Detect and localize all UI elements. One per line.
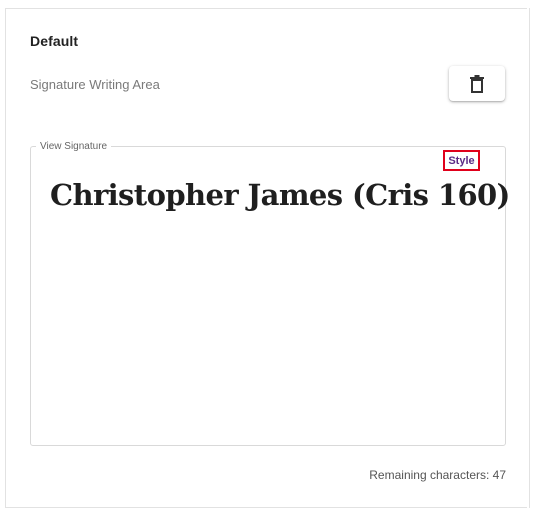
view-signature-legend: View Signature xyxy=(36,141,112,153)
section-title: Default xyxy=(30,33,79,49)
remaining-characters: Remaining characters: 47 xyxy=(369,468,506,482)
panel-divider xyxy=(529,8,530,508)
signature-preview-text: Christopher James (Cris 160) xyxy=(50,178,510,212)
signature-settings-page: Default Signature Writing Area View Sign… xyxy=(0,0,536,517)
trash-icon xyxy=(470,74,484,93)
signature-writing-area-label: Signature Writing Area xyxy=(30,77,160,92)
style-link[interactable]: Style xyxy=(443,150,480,171)
delete-signature-button[interactable] xyxy=(449,66,505,101)
